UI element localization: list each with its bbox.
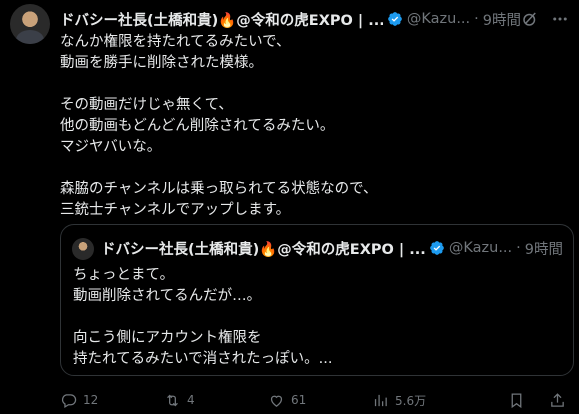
separator-dot: ·	[516, 240, 521, 256]
post-text-blank	[60, 74, 565, 95]
quoted-author-handle: @Kazu...	[448, 240, 513, 256]
author-handle[interactable]: @Kazu...	[407, 11, 470, 27]
quoted-text-blank	[73, 307, 563, 328]
views-count: 5.6万	[395, 393, 427, 408]
quoted-author-avatar	[72, 238, 94, 260]
post-text-line: 森脇のチャンネルは乗っ取られてる状態なので、	[60, 181, 378, 197]
post-text-line: マジヤバいな。	[60, 139, 162, 155]
grok-icon[interactable]	[521, 10, 539, 28]
repost-button[interactable]: 4	[164, 392, 268, 409]
like-count: 61	[291, 393, 307, 407]
quoted-post-text: ちょっとまて。 動画削除されてるんだが…。 向こう側にアカウント権限を 持たれて…	[73, 265, 563, 370]
action-bar: 12 4 61 5.6万	[60, 390, 572, 410]
bookmark-button[interactable]	[508, 392, 531, 409]
quoted-post-timestamp: 9時間	[524, 241, 563, 258]
post-text-line: 三銃士チャンネルでアップします。	[60, 202, 291, 218]
post-text: なんか権限を持たれてるみたいで、 動画を勝手に削除された模様。 その動画だけじゃ…	[60, 32, 565, 221]
quoted-post-header: ドバシー社長(土橋和貴)🔥@令和の虎EXPO | ... @Kazu... · …	[101, 237, 563, 259]
post-text-line: なんか権限を持たれてるみたいで、	[60, 34, 291, 50]
views-icon	[374, 394, 387, 406]
author-name[interactable]: ドバシー社長(土橋和貴)🔥@令和の虎EXPO | ...	[60, 9, 383, 30]
repost-count: 4	[187, 393, 195, 407]
post-text-line: 動画を勝手に削除された模様。	[60, 55, 263, 71]
quoted-author-name: ドバシー社長(土橋和貴)🔥@令和の虎EXPO | ...	[101, 241, 425, 258]
post-text-blank	[60, 158, 565, 179]
post-timestamp[interactable]: 9時間	[483, 9, 521, 30]
reply-icon	[61, 393, 77, 408]
bookmark-icon	[511, 392, 522, 408]
quoted-text-line: 動画削除されてるんだが…。	[73, 288, 262, 304]
post-header: ドバシー社長(土橋和貴)🔥@令和の虎EXPO | ... @Kazu... · …	[60, 8, 569, 30]
post-text-line: 他の動画もどんどん削除されてるみたい。	[60, 118, 335, 134]
repost-icon	[167, 394, 178, 406]
verified-badge-icon	[430, 241, 444, 255]
reply-button[interactable]: 12	[60, 392, 164, 409]
more-icon[interactable]	[551, 10, 569, 28]
post-text-line: その動画だけじゃ無くて、	[60, 97, 233, 113]
share-button[interactable]	[549, 392, 572, 409]
share-icon	[551, 392, 564, 407]
quoted-text-line: 向こう側にアカウント権限を	[73, 330, 262, 346]
separator-dot: ·	[474, 11, 479, 27]
author-avatar[interactable]	[10, 4, 50, 44]
quoted-text-line: 持たれてるみたいで消されたっぽい。...	[73, 351, 333, 367]
like-icon	[270, 395, 283, 407]
views-button[interactable]: 5.6万	[372, 392, 492, 409]
verified-badge-icon	[388, 12, 402, 26]
quoted-text-line: ちょっとまて。	[73, 267, 175, 283]
like-button[interactable]: 61	[268, 392, 372, 409]
reply-count: 12	[83, 393, 99, 407]
quoted-post[interactable]: ドバシー社長(土橋和貴)🔥@令和の虎EXPO | ... @Kazu... · …	[60, 224, 574, 376]
